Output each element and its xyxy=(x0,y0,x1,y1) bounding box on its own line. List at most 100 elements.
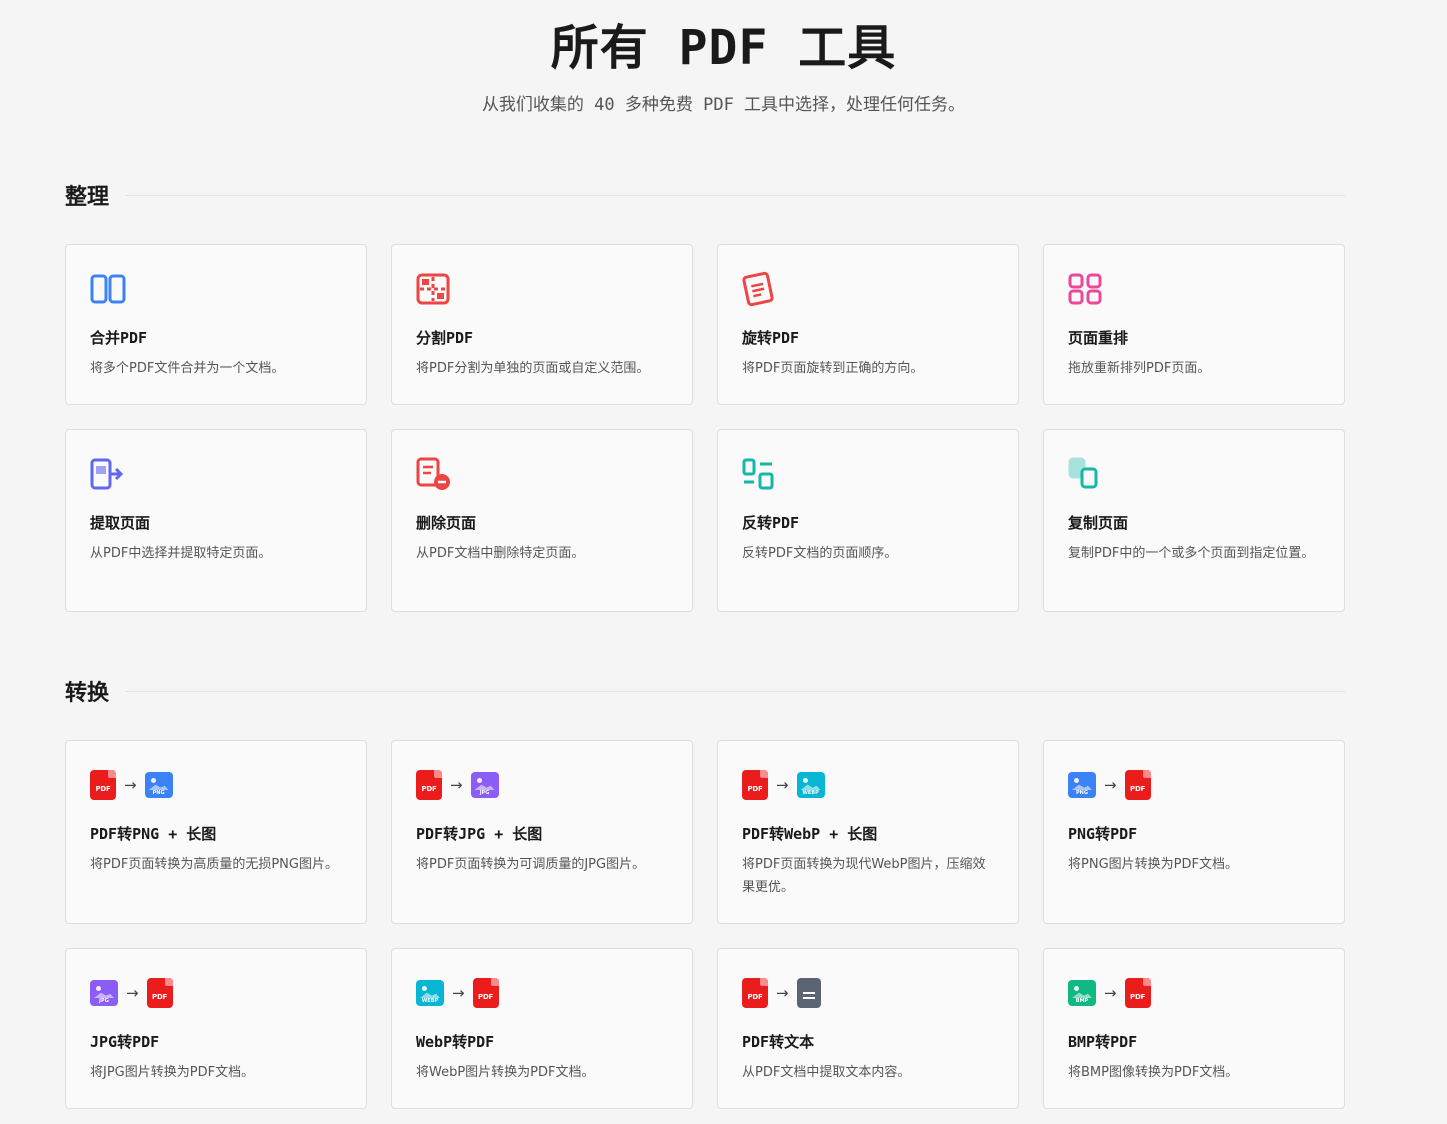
tool-description: 将PDF页面转换为现代WebP图片，压缩效果更优。 xyxy=(742,857,986,895)
section-title: 整理 xyxy=(65,185,110,210)
tool-description: 将PDF分割为单独的页面或自定义范围。 xyxy=(416,361,650,376)
tool-name: 分割PDF xyxy=(416,329,474,347)
pdf-file-icon: PDF xyxy=(742,978,768,1008)
pdf-file-icon: PDF xyxy=(90,770,116,800)
tool-description: 将多个PDF文件合并为一个文档。 xyxy=(90,361,285,376)
tool-name: 复制页面 xyxy=(1068,514,1129,532)
arrow-right-icon: → xyxy=(1104,984,1117,1002)
tool-card[interactable]: 反转PDF 反转PDF文档的页面顺序。 xyxy=(717,429,1019,612)
extract-icon xyxy=(90,456,124,492)
tool-card[interactable]: WEBP → PDF WebP转PDF 将WebP图片转换为PDF文档。 xyxy=(391,948,693,1109)
conversion-icon: PDF → JPG xyxy=(416,767,499,803)
tool-card[interactable]: PDF → PNG PDF转PNG + 长图将PDF页面转换为高质量的无损PNG图片。 xyxy=(65,740,367,924)
tool-description: 复制PDF中的一个或多个页面到指定位置。 xyxy=(1068,546,1315,561)
tool-grid-organize: 合并PDF 将多个PDF文件合并为一个文档。 分割PDF 将PDF分割为单独的页面或自… xyxy=(65,244,1345,612)
tool-name: 提取页面 xyxy=(90,514,151,532)
pdf-file-icon: PDF xyxy=(1124,978,1151,1008)
tool-name: 删除页面 xyxy=(416,514,477,532)
tool-card[interactable]: 分割PDF 将PDF分割为单独的页面或自定义范围。 xyxy=(391,244,693,405)
arrow-right-icon: → xyxy=(452,984,465,1002)
tool-description: 将PDF页面转换为高质量的无损PNG图片。 xyxy=(90,857,338,872)
page-subtitle: 从我们收集的 40 多种免费 PDF 工具中选择，处理任何任务。 xyxy=(481,95,966,115)
tool-card[interactable]: 页面重排拖放重新排列PDF页面。 xyxy=(1043,244,1345,405)
tool-description: 反转PDF文档的页面顺序。 xyxy=(742,546,898,561)
tool-name: BMP转PDF xyxy=(1068,1033,1138,1051)
pdf-file-icon: PDF xyxy=(1124,770,1151,800)
tool-description: 将PNG图片转换为PDF文档。 xyxy=(1068,857,1238,872)
tool-name: 反转PDF xyxy=(742,514,800,532)
tool-description: 将JPG图片转换为PDF文档。 xyxy=(90,1065,255,1080)
jpg-image-icon: JPG xyxy=(470,772,499,798)
bmp-image-icon: BMP xyxy=(1068,980,1096,1006)
tool-card[interactable]: 旋转PDF 将PDF页面旋转到正确的方向。 xyxy=(717,244,1019,405)
rotate-icon xyxy=(742,271,776,307)
delete-page-icon xyxy=(416,456,452,492)
pdf-file-icon: PDF xyxy=(742,770,768,800)
section-header: 整理 xyxy=(65,180,1345,210)
tool-name: PDF转JPG + 长图 xyxy=(416,825,543,843)
pdf-file-icon: PDF xyxy=(146,978,173,1008)
tool-card[interactable]: JPG → PDF JPG转PDF 将JPG图片转换为PDF文档。 xyxy=(65,948,367,1109)
tool-description: 将BMP图像转换为PDF文档。 xyxy=(1068,1065,1239,1080)
tool-name: WebP转PDF xyxy=(416,1033,495,1051)
tool-description: 从PDF中选择并提取特定页面。 xyxy=(90,546,272,561)
tool-description: 从PDF文档中删除特定页面。 xyxy=(416,546,585,561)
tool-card[interactable]: PNG → PDF PNG转PDF 将PNG图片转换为PDF文档。 xyxy=(1043,740,1345,924)
section-divider xyxy=(125,194,1345,196)
png-image-icon: PNG xyxy=(144,772,173,798)
page-title: 所有 PDF 工具 xyxy=(550,20,897,76)
tool-card[interactable]: PDF → WEBP PDF转WebP + 长图将PDF页面转换为现代WebP图片，压… xyxy=(717,740,1019,924)
pdf-file-icon: PDF xyxy=(472,978,499,1008)
pdf-file-icon: PDF xyxy=(416,770,442,800)
tool-card[interactable]: 合并PDF 将多个PDF文件合并为一个文档。 xyxy=(65,244,367,405)
tool-name: PNG转PDF xyxy=(1068,825,1138,843)
tool-description: 将PDF页面旋转到正确的方向。 xyxy=(742,361,924,376)
tool-name: 页面重排 xyxy=(1068,329,1129,347)
tool-grid-convert: PDF → PNG PDF转PNG + 长图 将PDF页面转换为高质量的无损PNG图片。… xyxy=(65,740,1345,1109)
text-file-icon xyxy=(796,978,821,1008)
tool-description: 将PDF页面转换为可调质量的JPG图片。 xyxy=(416,857,646,872)
section-title: 转换 xyxy=(65,681,110,706)
webp-image-icon: WEBP xyxy=(416,980,444,1006)
png-image-icon: PNG xyxy=(1068,772,1096,798)
section-convert: 转换 PDF → PNG PDF转PNG + 长图 将PDF页面转换为高质量的无损PNG… xyxy=(65,676,1345,1109)
tool-name: 旋转PDF xyxy=(742,329,800,347)
tool-card[interactable]: 删除页面从PDF文档中删除特定页面。 xyxy=(391,429,693,612)
tool-name: PDF转文本 xyxy=(742,1033,815,1051)
tool-name: PDF转PNG + 长图 xyxy=(90,825,217,843)
section-divider xyxy=(125,690,1345,692)
jpg-image-icon: JPG xyxy=(90,980,118,1006)
tool-name: JPG转PDF xyxy=(90,1033,160,1051)
duplicate-icon xyxy=(1068,456,1102,492)
tool-name: 合并PDF xyxy=(90,329,148,347)
tool-card[interactable]: 复制页面复制PDF中的一个或多个页面到指定位置。 xyxy=(1043,429,1345,612)
arrow-right-icon: → xyxy=(126,984,139,1002)
conversion-icon: PNG → PDF xyxy=(1068,767,1151,803)
tool-description: 从PDF文档中提取文本内容。 xyxy=(742,1065,911,1080)
webp-image-icon: WEBP xyxy=(796,772,825,798)
conversion-icon: PDF → xyxy=(742,975,821,1011)
tool-card[interactable]: 提取页面从PDF中选择并提取特定页面。 xyxy=(65,429,367,612)
conversion-icon: BMP → PDF xyxy=(1068,975,1151,1011)
conversion-icon: PDF → WEBP xyxy=(742,767,825,803)
page-header: 所有 PDF 工具 从我们收集的 40 多种免费 PDF 工具中选择，处理任何任… xyxy=(0,0,1447,115)
conversion-icon: WEBP → PDF xyxy=(416,975,499,1011)
tool-card[interactable]: PDF → JPG PDF转JPG + 长图将PDF页面转换为可调质量的JPG图片。 xyxy=(391,740,693,924)
section-organize: 整理 合并PDF 将多个PDF文件合并为一个文档。 分割PDF 将PDF分割为单独的页… xyxy=(65,180,1345,612)
conversion-icon: JPG → PDF xyxy=(90,975,173,1011)
tool-description: 拖放重新排列PDF页面。 xyxy=(1068,361,1211,376)
reverse-icon xyxy=(742,456,776,492)
arrow-right-icon: → xyxy=(124,776,137,794)
tool-card[interactable]: BMP → PDF BMP转PDF 将BMP图像转换为PDF文档。 xyxy=(1043,948,1345,1109)
conversion-icon: PDF → PNG xyxy=(90,767,173,803)
section-header: 转换 xyxy=(65,676,1345,706)
tool-description: 将WebP图片转换为PDF文档。 xyxy=(416,1065,595,1080)
arrow-right-icon: → xyxy=(776,776,789,794)
arrow-right-icon: → xyxy=(450,776,463,794)
split-icon xyxy=(416,271,450,307)
arrow-right-icon: → xyxy=(1104,776,1117,794)
tool-name: PDF转WebP + 长图 xyxy=(742,825,878,843)
reorder-icon xyxy=(1068,271,1102,307)
tool-card[interactable]: PDF → PDF转文本从PDF文档中提取文本内容。 xyxy=(717,948,1019,1109)
merge-icon xyxy=(90,271,126,307)
